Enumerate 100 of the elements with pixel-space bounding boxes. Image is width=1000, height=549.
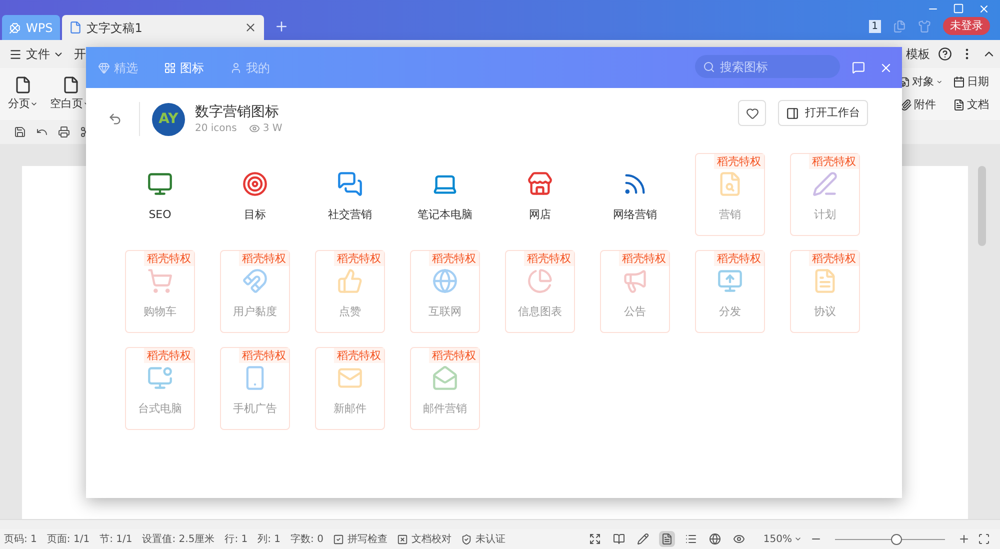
monitor-icon — [717, 268, 743, 294]
ribbon-button[interactable]: 附件 — [900, 96, 943, 113]
print-icon[interactable] — [58, 126, 70, 138]
icon-label: 社交营销 — [328, 206, 372, 222]
icon-card[interactable]: 目标 — [220, 153, 290, 236]
favorite-button[interactable] — [738, 100, 766, 126]
icon-label: 购物车 — [144, 304, 176, 320]
tab-icon — [230, 62, 242, 74]
privilege-badge: 稻壳特权 — [524, 251, 574, 266]
view-mode-button[interactable] — [659, 531, 676, 547]
privilege-badge: 稻壳特权 — [429, 251, 479, 266]
magnet-icon — [242, 268, 268, 294]
storefront-icon — [527, 170, 553, 196]
icon-label: 手机广告 — [233, 400, 277, 416]
privilege-badge: 稻壳特权 — [714, 251, 764, 266]
icon-label: 网店 — [529, 206, 551, 222]
search-input[interactable]: 搜索图标 — [720, 58, 820, 76]
save-icon[interactable] — [14, 126, 26, 138]
status-item: 列: 1 — [258, 532, 281, 546]
feedback-icon[interactable] — [852, 61, 865, 74]
tab-label: 文字文稿1 — [86, 20, 144, 36]
icon-label: 目标 — [244, 206, 266, 222]
template-menu[interactable]: 模板 — [906, 45, 930, 63]
page-icon — [14, 76, 32, 94]
globe-icon — [432, 268, 458, 294]
ribbon-button[interactable]: 日期 — [953, 74, 996, 90]
collection-title: 数字营销图标 — [195, 102, 280, 120]
horizontal-scrollbar[interactable] — [0, 519, 1000, 529]
privilege-badge: 稻壳特权 — [144, 348, 194, 363]
globe-icon — [709, 533, 722, 545]
icon-card[interactable]: 网络营销 — [600, 153, 670, 236]
ribbon-button[interactable]: 文档 — [953, 96, 996, 113]
login-button[interactable]: 未登录 — [943, 17, 990, 35]
icon-label: 营销 — [719, 206, 741, 222]
new-tab-icon[interactable] — [274, 19, 289, 34]
icon-label: 点赞 — [339, 304, 361, 320]
privilege-badge: 稻壳特权 — [429, 348, 479, 363]
view-mode-button[interactable] — [611, 531, 628, 547]
view-mode-button[interactable] — [635, 531, 652, 547]
eye-icon — [248, 122, 260, 134]
fullscreen-icon — [589, 533, 602, 545]
start-menu[interactable]: 开 — [74, 45, 86, 63]
fit-icon[interactable] — [978, 533, 990, 545]
privilege-badge: 稻壳特权 — [809, 154, 859, 169]
ribbon-button[interactable]: 空白页 — [50, 76, 91, 112]
chat-bubbles-icon — [337, 170, 363, 196]
privilege-badge: 稻壳特权 — [144, 251, 194, 266]
document-icon — [68, 21, 82, 34]
search-field[interactable]: 搜索图标 — [695, 55, 840, 78]
thumbs-up-icon — [337, 268, 363, 294]
privilege-badge: 稻壳特权 — [239, 348, 289, 363]
close-icon[interactable] — [978, 3, 990, 15]
count-badge[interactable]: 1 — [868, 20, 881, 32]
undo-icon[interactable] — [36, 126, 48, 138]
icon-card[interactable]: 笔记本电脑 — [410, 153, 480, 236]
page-icon — [661, 533, 674, 545]
icon-label: 笔记本电脑 — [418, 206, 472, 222]
shopping-cart-icon — [147, 268, 173, 294]
pencil-icon — [637, 533, 650, 545]
ribbon-button[interactable]: 对象 — [900, 74, 943, 90]
close-icon[interactable] — [879, 61, 893, 75]
ribbon-icon — [953, 76, 965, 88]
icon-card[interactable]: 网店 — [505, 153, 575, 236]
search-icon — [703, 60, 715, 72]
heart-icon — [746, 106, 758, 120]
icon-label: 公告 — [624, 304, 646, 320]
view-count: 3 W — [248, 120, 282, 136]
zoom-in-icon[interactable] — [958, 533, 970, 545]
view-mode-button[interactable] — [707, 531, 724, 547]
status-item: 页码: 1 — [4, 532, 37, 546]
icon-label: 新邮件 — [334, 400, 366, 416]
file-menu[interactable]: 文件 — [26, 45, 50, 63]
menu-icon[interactable] — [9, 48, 22, 60]
status-icon — [397, 534, 408, 544]
ribbon-button[interactable]: 分页 — [8, 76, 38, 112]
icon-label: 协议 — [814, 304, 836, 320]
status-item[interactable]: 文档校对 — [397, 532, 452, 546]
tab-icon — [164, 62, 176, 74]
close-icon[interactable] — [244, 21, 257, 34]
target-icon — [242, 170, 268, 196]
open-workbench-button[interactable]: 打开工作台 — [778, 100, 868, 126]
zoom-level[interactable]: 150% — [763, 532, 802, 546]
status-item[interactable]: 未认证 — [461, 532, 506, 546]
back-icon[interactable] — [108, 112, 122, 126]
icon-label: 分发 — [719, 304, 741, 320]
icon-card[interactable]: 社交营销 — [315, 153, 385, 236]
scrollbar[interactable] — [978, 166, 986, 246]
icon-label: 台式电脑 — [138, 400, 182, 416]
caret-icon — [30, 100, 38, 108]
help-icon[interactable] — [938, 47, 952, 61]
privilege-badge: 稻壳特权 — [619, 251, 669, 266]
caret-icon — [794, 535, 802, 543]
status-item: 字数: 0 — [290, 532, 324, 546]
document-tab[interactable]: 文字文稿1 — [62, 15, 264, 40]
status-item[interactable]: 拼写检查 — [333, 532, 388, 546]
icon-card[interactable]: SEO — [125, 153, 195, 236]
icon-label: 计划 — [814, 206, 836, 222]
icon-label: 互联网 — [428, 304, 462, 320]
slider-thumb[interactable] — [890, 534, 902, 544]
maximize-icon[interactable] — [953, 3, 964, 14]
